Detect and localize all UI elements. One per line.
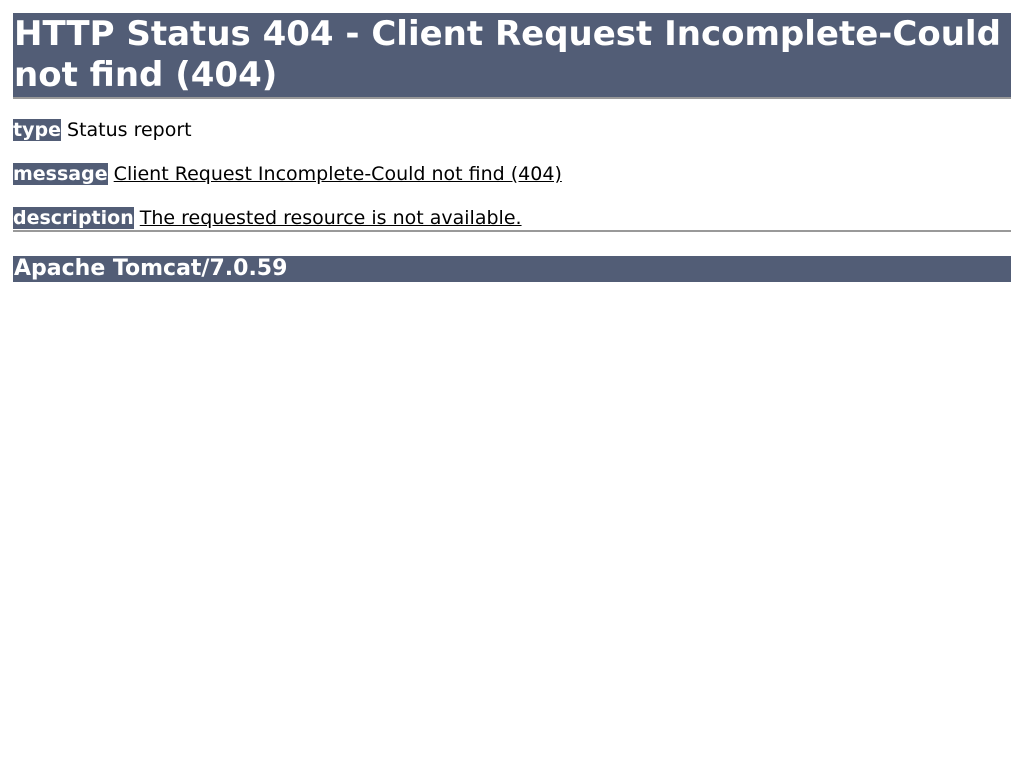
error-page: HTTP Status 404 - Client Request Incompl… [0, 0, 1024, 768]
message-row: message Client Request Incomplete-Could … [13, 162, 1011, 186]
page-title: HTTP Status 404 - Client Request Incompl… [13, 13, 1011, 97]
type-label: type [13, 119, 61, 141]
message-label: message [13, 163, 108, 185]
description-row: description The requested resource is no… [13, 206, 1011, 230]
message-value: Client Request Incomplete-Could not find… [113, 163, 562, 185]
top-divider [13, 97, 1011, 99]
server-footer: Apache Tomcat/7.0.59 [13, 256, 1011, 282]
type-value: Status report [67, 119, 192, 141]
description-value: The requested resource is not available. [139, 207, 522, 229]
description-label: description [13, 207, 134, 229]
bottom-divider [13, 230, 1011, 232]
type-row: type Status report [13, 118, 1011, 142]
